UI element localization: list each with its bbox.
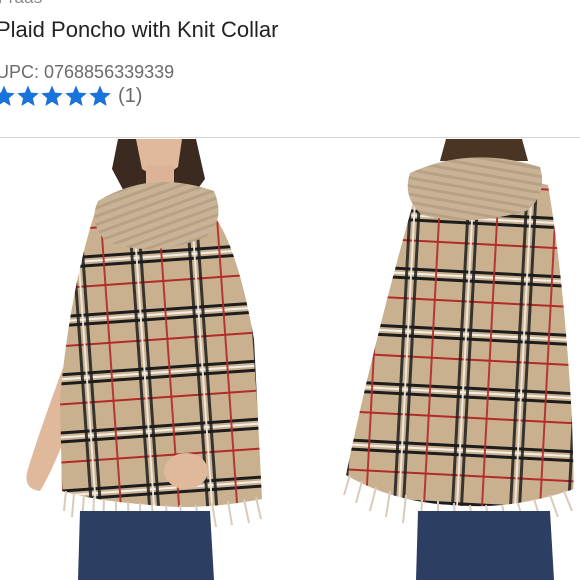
star-icon <box>41 85 63 106</box>
star-icon <box>65 85 87 106</box>
rating-summary[interactable]: (1) <box>0 84 142 108</box>
product-title: Plaid Poncho with Knit Collar <box>0 17 279 42</box>
star-icon <box>17 85 39 106</box>
brand-name[interactable]: Fraas <box>0 0 42 8</box>
star-icon <box>89 85 111 106</box>
poncho-front-illustration <box>26 139 262 580</box>
front-view-photo[interactable] <box>0 139 290 580</box>
poncho-back-illustration <box>343 139 574 580</box>
review-count[interactable]: (1) <box>118 85 142 108</box>
product-upc: UPC: 0768856339339 <box>0 62 175 82</box>
section-divider <box>0 137 580 138</box>
back-view-photo[interactable] <box>290 139 580 580</box>
star-rating <box>0 84 112 108</box>
star-icon <box>0 85 15 106</box>
